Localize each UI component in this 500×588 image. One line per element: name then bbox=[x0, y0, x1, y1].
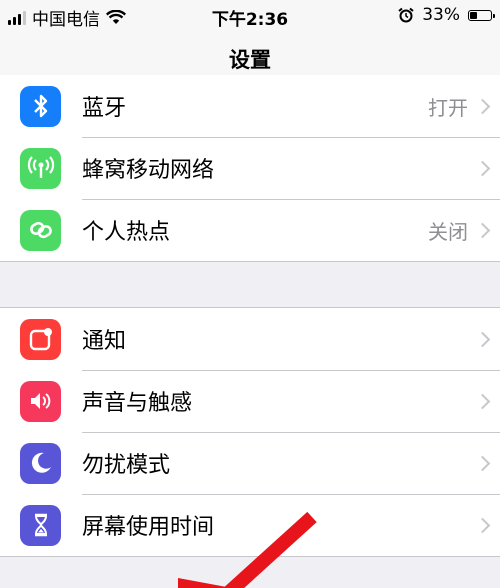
moon-icon bbox=[20, 442, 61, 484]
settings-row-bluetooth[interactable]: 蓝牙 打开 bbox=[0, 75, 500, 137]
page-title: 设置 bbox=[229, 48, 271, 72]
battery-icon bbox=[468, 9, 495, 21]
chevron-right-icon bbox=[474, 517, 491, 533]
row-value: 打开 bbox=[428, 95, 468, 120]
alarm-clock-icon bbox=[398, 7, 414, 23]
row-label: 屏幕使用时间 bbox=[82, 515, 215, 540]
chevron-right-icon bbox=[474, 331, 491, 347]
settings-row-hotspot[interactable]: 个人热点 关闭 bbox=[0, 199, 500, 261]
row-label: 蓝牙 bbox=[82, 96, 127, 121]
notification-icon bbox=[20, 318, 61, 360]
row-label: 蜂窝移动网络 bbox=[82, 158, 215, 183]
settings-row-notifications[interactable]: 通知 bbox=[0, 308, 500, 370]
settings-row-do-not-disturb[interactable]: 勿扰模式 bbox=[0, 432, 500, 494]
settings-row-cellular[interactable]: 蜂窝移动网络 bbox=[0, 137, 500, 199]
row-label: 声音与触感 bbox=[82, 391, 193, 416]
speaker-icon bbox=[20, 380, 61, 422]
chevron-right-icon bbox=[474, 160, 491, 176]
chevron-right-icon bbox=[474, 222, 491, 238]
bluetooth-icon bbox=[20, 85, 61, 127]
status-bar: 中国电信 下午2:36 33% bbox=[0, 0, 500, 30]
row-label: 勿扰模式 bbox=[82, 453, 171, 478]
row-value: 关闭 bbox=[428, 219, 468, 244]
row-label: 个人热点 bbox=[82, 220, 171, 245]
settings-group-notifications: 通知 声音与触感 勿扰模式 屏幕使用时间 bbox=[0, 307, 500, 557]
settings-row-sounds[interactable]: 声音与触感 bbox=[0, 370, 500, 432]
chevron-right-icon bbox=[474, 393, 491, 409]
status-right: 33% bbox=[398, 5, 495, 25]
chevron-right-icon bbox=[474, 455, 491, 471]
hotspot-link-icon bbox=[20, 209, 61, 251]
antenna-icon bbox=[20, 147, 61, 189]
row-label: 通知 bbox=[82, 329, 127, 354]
chevron-right-icon bbox=[474, 98, 491, 114]
settings-group-connectivity: 蓝牙 打开 蜂窝移动网络 个人热点 关闭 bbox=[0, 75, 500, 262]
hourglass-icon bbox=[20, 504, 61, 546]
settings-row-screen-time[interactable]: 屏幕使用时间 bbox=[0, 494, 500, 556]
battery-percent: 33% bbox=[422, 5, 460, 25]
